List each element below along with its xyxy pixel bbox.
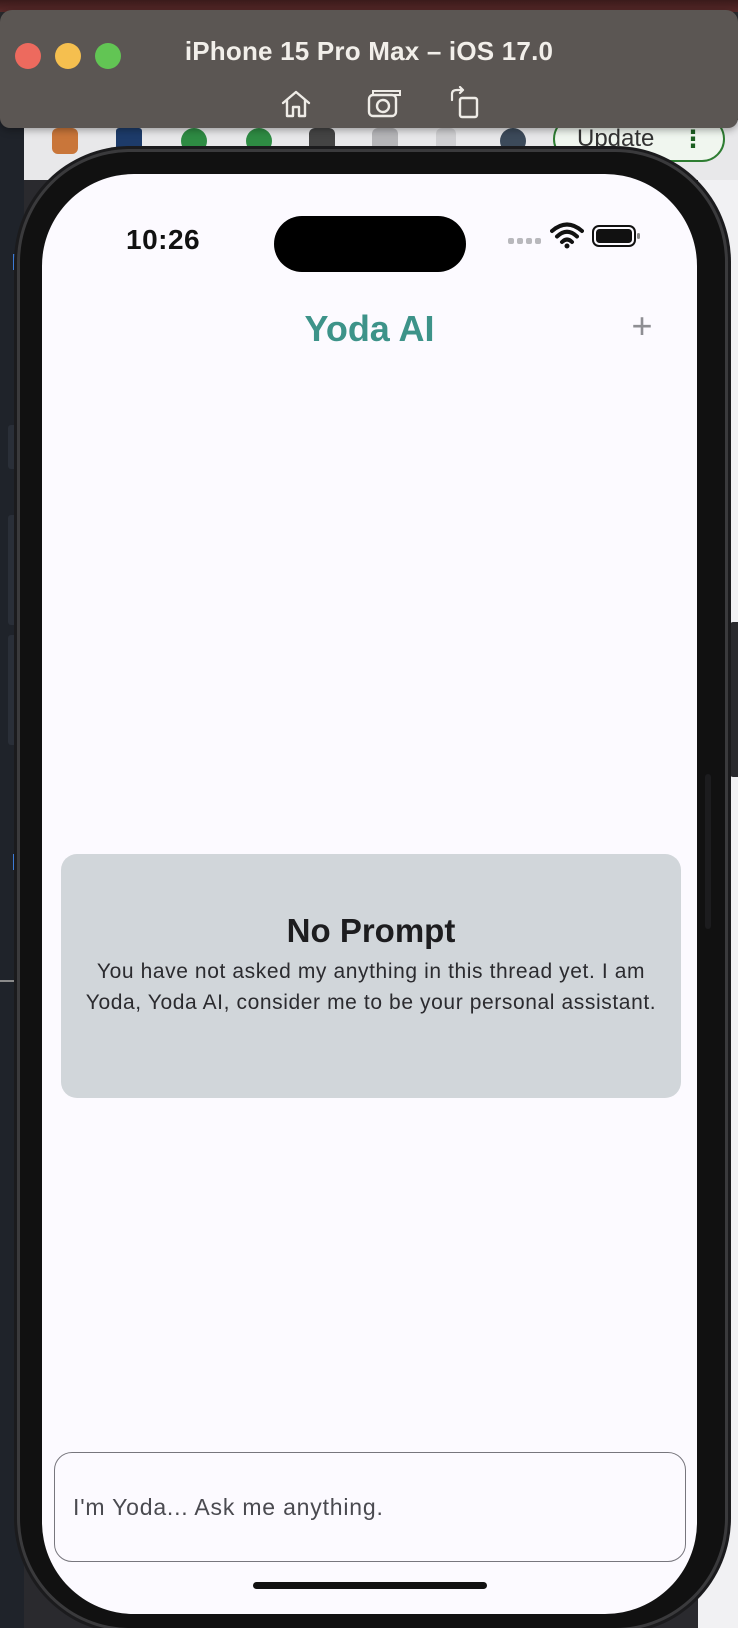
rotate-icon[interactable]: [448, 85, 484, 122]
side-button: [705, 774, 711, 929]
shield-check-icon[interactable]: [181, 128, 207, 154]
shield-check-icon[interactable]: [246, 128, 272, 154]
window-edge-stripe: [730, 622, 738, 777]
panel-divider: [0, 980, 18, 982]
panel-marker: [13, 854, 17, 870]
more-options-icon[interactable]: ⋮: [681, 126, 705, 154]
iphone-device-frame: 10:26 Yoda AI + No Prompt You have not a…: [20, 152, 725, 1628]
plus-icon: +: [631, 305, 653, 346]
simulator-title: iPhone 15 Pro Max – iOS 17.0: [184, 36, 554, 66]
empty-state-message: You have not asked my anything in this t…: [85, 960, 657, 1014]
extension-icon[interactable]: [116, 128, 142, 154]
profile-avatar-icon[interactable]: [500, 128, 526, 154]
new-thread-button[interactable]: +: [624, 308, 660, 344]
screenshot-icon[interactable]: [366, 86, 402, 122]
battery-icon: [592, 225, 640, 247]
app-title: Yoda AI: [304, 308, 435, 349]
metamask-icon[interactable]: [52, 128, 78, 154]
dynamic-island: [274, 216, 466, 272]
s-extension-icon[interactable]: [309, 128, 335, 154]
panel-marker: [13, 254, 17, 270]
home-icon[interactable]: [278, 86, 314, 122]
update-label: Update: [577, 125, 655, 152]
cellular-signal-icon: [508, 238, 541, 244]
prompt-input[interactable]: [54, 1452, 686, 1562]
empty-state-title: No Prompt: [286, 912, 456, 949]
panel-rib: [8, 425, 18, 469]
wifi-icon: [550, 222, 584, 249]
status-time: 10:26: [126, 224, 201, 255]
sidebar-icon[interactable]: [436, 128, 456, 154]
empty-state-card: No Prompt You have not asked my anything…: [61, 854, 681, 1098]
app-screen: 10:26 Yoda AI + No Prompt You have not a…: [42, 174, 697, 1614]
home-indicator: [253, 1582, 487, 1589]
simulator-titlebar: iPhone 15 Pro Max – iOS 17.0: [0, 10, 738, 128]
panel-rib: [8, 515, 18, 625]
puzzle-icon[interactable]: [372, 128, 398, 154]
panel-rib: [8, 635, 18, 745]
